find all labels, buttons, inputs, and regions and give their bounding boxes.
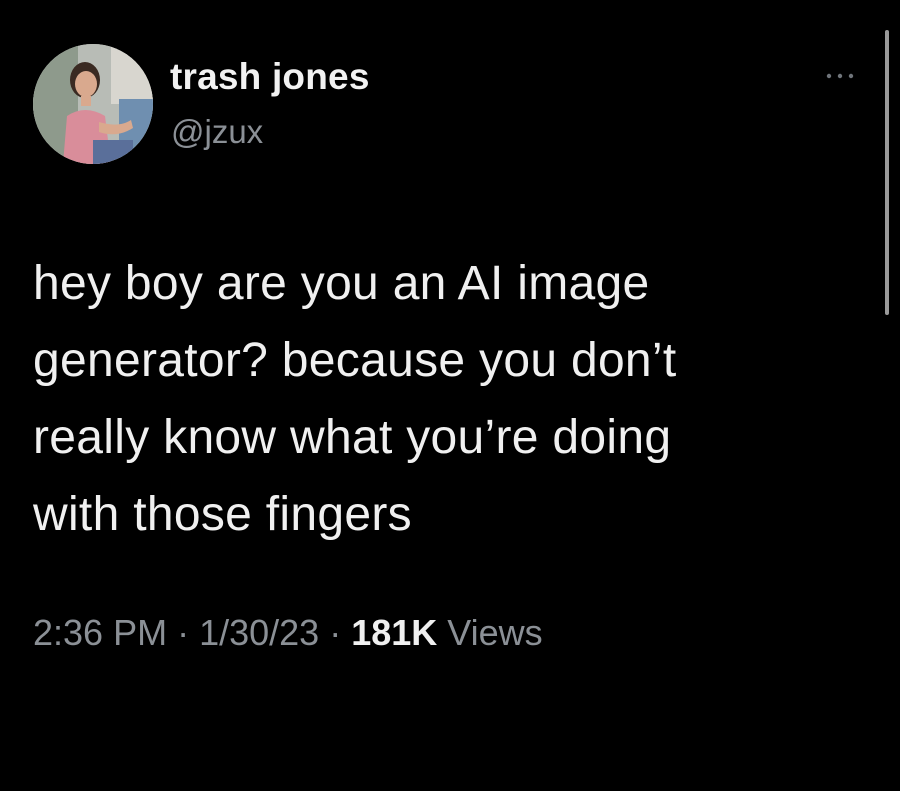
avatar-photo [33,44,153,164]
meta-separator: · [167,612,200,653]
display-name[interactable]: trash jones [170,56,370,98]
more-options-button[interactable] [820,64,860,88]
user-handle[interactable]: @jzux [171,113,263,151]
views-count[interactable]: 181K [351,612,437,653]
tweet-metadata: 2:36 PM · 1/30/23 · 181K Views [33,612,543,654]
tweet-time[interactable]: 2:36 PM [33,612,167,653]
more-dots-icon [826,73,854,79]
avatar[interactable] [33,44,153,164]
scrollbar[interactable] [885,30,889,315]
views-label: Views [437,612,543,653]
tweet-card: trash jones @jzux hey boy are you an AI … [0,0,900,791]
tweet-text: hey boy are you an AI image generator? b… [33,257,677,541]
tweet-date[interactable]: 1/30/23 [199,612,319,653]
meta-separator: · [319,612,352,653]
